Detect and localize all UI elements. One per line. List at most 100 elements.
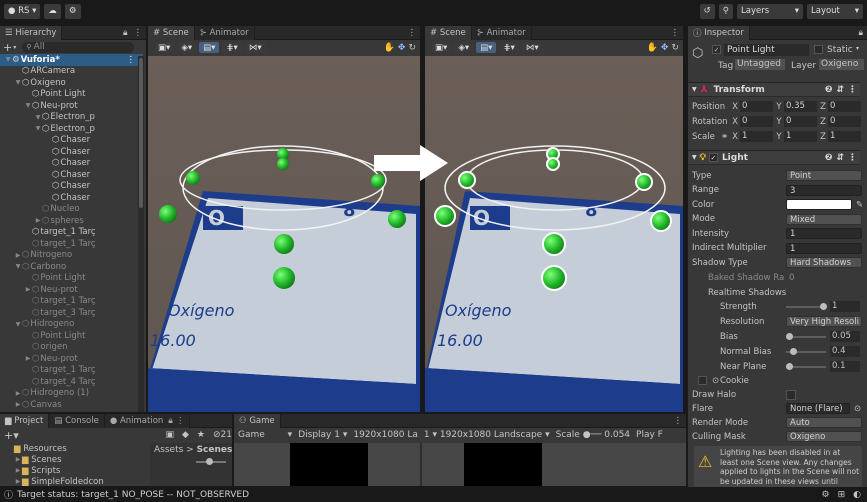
hierarchy-item[interactable]: ▶ ⬡ spheres [0,215,143,227]
expand-arrow-icon[interactable]: ▶ [24,355,32,362]
hierarchy-item[interactable]: ⬡ target_1 Tarç [0,296,143,308]
settings-icon[interactable]: ⇵ [836,153,844,163]
expand-arrow-icon[interactable]: ▼ [14,79,22,86]
normal-bias-slider[interactable] [786,348,826,355]
more-icon[interactable]: ⋮ [674,416,683,426]
tab-scene-right[interactable]: # Scene [425,25,472,40]
search-button[interactable]: ⚲ [718,3,733,19]
hierarchy-item[interactable]: ▶ ⬡ Neu-prot [0,353,143,365]
expand-arrow-icon[interactable]: ▼ [34,114,42,121]
progress-icon[interactable]: ◐ [853,490,861,500]
folder-resources[interactable]: ▆ Resources [0,443,143,455]
folder-scenes[interactable]: ▶ ▆ Scenes [0,454,143,466]
hierarchy-item[interactable]: ⬡ Point Light [0,273,143,285]
hierarchy-item[interactable]: ⬡ Chaser [0,135,143,147]
expand-arrow-icon[interactable]: ▼ [14,263,22,270]
hierarchy-item[interactable]: ⬡ Nucleo [0,204,143,216]
position-y[interactable]: Y 0.35 [774,101,817,112]
account-button[interactable]: ● RS ▾ [4,3,41,19]
strength-value[interactable]: 1 [830,301,860,312]
grid-button[interactable]: ⋈▾ [521,42,543,53]
hierarchy-item[interactable]: ⬡ Point Light [0,89,143,101]
hierarchy-item[interactable]: ⬡ Chaser [0,192,143,204]
hierarchy-item[interactable]: ⬡ target_3 Tarç [0,307,143,319]
scale-y[interactable]: Y1 [774,131,817,142]
tab-inspector[interactable]: ⓘ Inspector [688,26,750,40]
hierarchy-item[interactable]: ▶ ⬡ Canvas [0,399,143,411]
rotate-tool-icon[interactable]: ↻ [671,43,679,53]
transform-header[interactable]: ▼ ⅄ Transform ❷ ⇵ ⋮ [688,82,860,97]
more-icon[interactable]: ⋮ [134,28,143,38]
add-icon[interactable]: + [3,41,12,54]
filter-icon[interactable]: ▣ [165,430,174,440]
more-icon[interactable]: ⋮ [848,85,857,95]
hierarchy-item[interactable]: ⬡ origen [0,342,143,354]
rotate-tool-icon[interactable]: ↻ [408,43,416,53]
rotation-z[interactable]: Z0 [818,116,861,127]
more-icon[interactable]: ⋮ [176,416,185,426]
normal-bias-value[interactable]: 0.4 [830,346,860,357]
lock-icon[interactable]: 🔒︎ [858,28,863,38]
label-icon[interactable]: ◆ [182,430,189,440]
position-x[interactable]: X0 [730,101,773,112]
expand-arrow-icon[interactable]: ▼ [24,102,32,109]
cookie-checkbox[interactable] [698,376,707,385]
display-dropdown[interactable]: Display 1 ▾ [298,430,347,440]
culling-mask-dropdown[interactable]: Oxigeno [786,431,862,442]
hierarchy-item[interactable]: ▼ ⚙ Vuforia* ⋮ [0,54,143,66]
bias-slider[interactable] [786,333,826,340]
draw-mode-button[interactable]: ▣▾ [154,42,175,53]
tab-scene-left[interactable]: # Scene [148,25,195,40]
layout-dropdown[interactable]: Layout ▾ [807,3,863,19]
tab-animator-left[interactable]: ⊱ Animator [194,25,255,40]
play-focus-dropdown[interactable]: Play F [636,430,663,440]
bug-icon[interactable]: ⚙ [822,490,830,500]
lock-icon[interactable]: 🔒︎ [168,416,173,426]
expand-arrow-icon[interactable]: ▼ [34,125,42,132]
more-icon[interactable]: ⋮ [127,55,136,65]
hierarchy-item[interactable]: ▼ ⬡ Electron_p [0,123,143,135]
expand-arrow-icon[interactable]: ▶ [14,252,22,259]
rotation-x[interactable]: X0 [730,116,773,127]
near-plane-slider[interactable] [786,363,826,370]
hierarchy-item[interactable]: ▶ ⬡ Hidrogeno (1) [0,388,143,400]
expand-arrow-icon[interactable]: ▶ [34,217,42,224]
bias-value[interactable]: 0.05 [830,331,860,342]
tab-game[interactable]: ⚇ Game [234,414,281,428]
star-icon[interactable]: ★ [197,430,205,440]
expand-arrow-icon[interactable]: ▶ [24,286,32,293]
hierarchy-item[interactable]: ▶ ⬡ Nitrogeno [0,250,143,262]
hierarchy-item[interactable]: ▼ ⬡ Oxigeno [0,77,143,89]
link-icon[interactable]: ⚭ [721,132,728,142]
light-field[interactable]: 1 [786,228,862,239]
shading-button[interactable]: ◈▾ [454,42,474,53]
active-checkbox[interactable]: ✓ [712,45,721,54]
history-button[interactable]: ↺ [699,3,715,19]
expand-arrow-icon[interactable]: ▼ [4,56,12,63]
light-header[interactable]: ▼ 💡︎ ✓ Light ❷ ⇵ ⋮ [688,150,860,165]
hierarchy-item[interactable]: ⬡ Chaser [0,169,143,181]
draw-mode-button[interactable]: ▣▾ [431,42,452,53]
help-icon[interactable]: ❷ [825,153,833,163]
tab-hierarchy[interactable]: ☰ Hierarchy [0,25,63,40]
light-field[interactable]: 1 [786,242,862,254]
render-mode-dropdown[interactable]: Auto [786,417,862,428]
hierarchy-item[interactable]: ⬡ Point Light [0,330,143,342]
game-view-dropdown[interactable]: Game ▾ [238,430,292,440]
hierarchy-item[interactable]: ⬡ Chaser [0,158,143,170]
hierarchy-item[interactable]: ▼ ⬡ Neu-prot [0,100,143,112]
scale-z[interactable]: Z1 [818,131,861,142]
hierarchy-item[interactable]: ⬡ target_4 Tarç [0,376,143,388]
hierarchy-item[interactable]: ⬡ target_1 Tarç [0,365,143,377]
hierarchy-item[interactable]: ▼ ⬡ Hidrogeno [0,319,143,331]
rotation-y[interactable]: Y0 [774,116,817,127]
resolution-dropdown-2[interactable]: 1 ▾ 1920x1080 Landscape ▾ [424,430,550,440]
layers-dropdown[interactable]: Layers ▾ [737,3,803,19]
hidden-count[interactable]: ⊘21 [213,430,232,440]
expand-arrow-icon[interactable]: ▶ [14,401,22,408]
hierarchy-item[interactable]: ⬡ Chaser [0,181,143,193]
network-icon[interactable]: ⊞ [838,490,846,500]
shading-button[interactable]: ◈▾ [177,42,197,53]
expand-arrow-icon[interactable]: ▶ [14,390,22,397]
object-picker-icon[interactable]: ⊙ [854,404,861,414]
